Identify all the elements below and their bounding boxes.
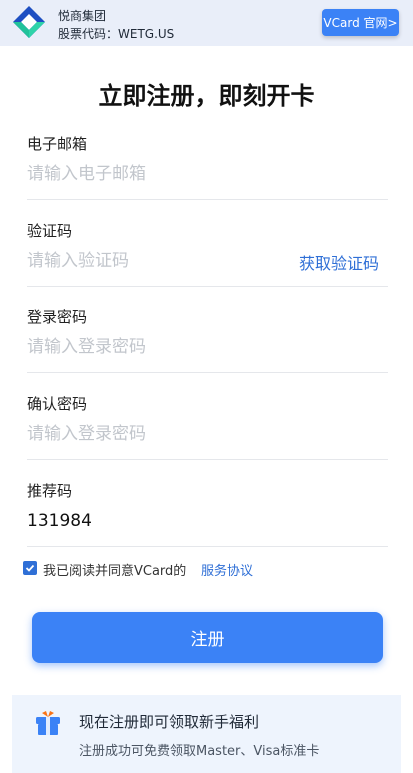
password-field-group: 登录密码 xyxy=(27,306,388,378)
agreement-text: 我已阅读并同意VCard的 xyxy=(43,564,187,579)
stock-code: 股票代码：WETG.US xyxy=(58,27,175,41)
service-agreement-link[interactable]: 服务协议 xyxy=(201,560,253,579)
register-page: 悦商集团 股票代码：WETG.US VCard 官网> 立即注册，即刻开卡 电子… xyxy=(0,0,413,773)
code-field-group: 验证码 获取验证码 xyxy=(27,220,388,292)
company-logo xyxy=(13,6,45,38)
confirm-field-group: 确认密码 xyxy=(27,393,388,465)
confirm-divider xyxy=(27,459,388,460)
brand-name: 悦商集团 xyxy=(58,9,107,23)
top-bar: 悦商集团 股票代码：WETG.US VCard 官网> xyxy=(0,0,413,46)
referral-input[interactable] xyxy=(27,507,297,535)
password-divider xyxy=(27,372,388,373)
email-divider xyxy=(27,199,388,200)
get-code-button[interactable]: 获取验证码 xyxy=(299,250,379,274)
promo-banner: 现在注册即可领取新手福利 注册成功可免费领取Master、Visa标准卡 xyxy=(12,695,401,773)
referral-field-group: 推荐码 xyxy=(27,480,388,552)
email-field-group: 电子邮箱 xyxy=(27,133,388,205)
page-title: 立即注册，即刻开卡 xyxy=(98,82,315,110)
register-button[interactable]: 注册 xyxy=(32,612,383,663)
official-site-button[interactable]: VCard 官网> xyxy=(322,9,399,36)
email-label: 电子邮箱 xyxy=(27,135,88,153)
code-divider xyxy=(27,286,388,287)
gift-icon xyxy=(36,711,60,735)
confirm-label: 确认密码 xyxy=(27,395,88,413)
email-input[interactable] xyxy=(27,160,297,188)
referral-divider xyxy=(27,546,388,547)
promo-title: 现在注册即可领取新手福利 xyxy=(79,713,260,731)
code-label: 验证码 xyxy=(27,222,73,240)
password-input[interactable] xyxy=(27,333,297,361)
promo-subtitle: 注册成功可免费领取Master、Visa标准卡 xyxy=(79,744,320,759)
confirm-password-input[interactable] xyxy=(27,420,297,448)
code-input[interactable] xyxy=(27,247,297,275)
password-label: 登录密码 xyxy=(27,308,88,326)
referral-label: 推荐码 xyxy=(27,482,73,500)
agreement-checkbox[interactable] xyxy=(23,561,37,575)
checkmark-icon xyxy=(25,564,35,572)
